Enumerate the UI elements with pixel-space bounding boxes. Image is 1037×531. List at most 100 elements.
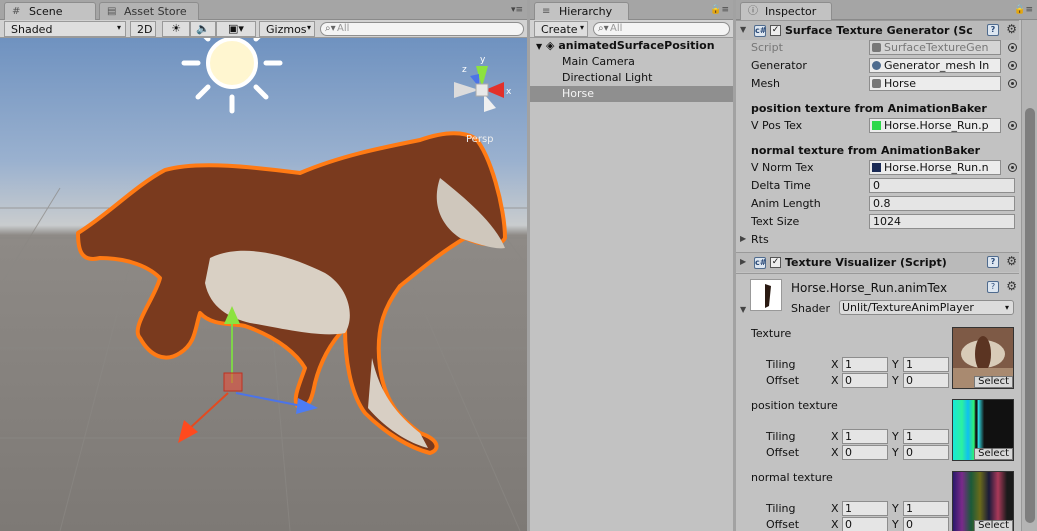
text-size-input[interactable]: 1024 [869, 214, 1015, 229]
delta-time-label: Delta Time [751, 179, 811, 192]
script-asset-icon [872, 43, 881, 52]
hierarchy-item-label: Main Camera [562, 55, 635, 68]
shader-dropdown[interactable]: Unlit/TextureAnimPlayer ▾ [839, 300, 1014, 315]
tab-scene[interactable]: # Scene [4, 2, 96, 21]
delta-time-input[interactable]: 0 [869, 178, 1015, 193]
scene-viewport[interactable]: y x z Persp [0, 38, 527, 531]
lock-icon[interactable]: 🔒≡ [710, 5, 729, 15]
texture-slot-thumbnail[interactable]: Select [952, 327, 1014, 389]
vnorm-field[interactable]: Horse.Horse_Run.n [869, 160, 1001, 175]
fold-open-icon[interactable]: ▼ [740, 305, 746, 314]
hierarchy-search-input[interactable]: ⌕▾ All [593, 22, 730, 36]
script-label: Script [751, 41, 783, 54]
material-preview-thumbnail[interactable] [750, 279, 782, 311]
rts-row[interactable]: ▶ Rts [736, 231, 1019, 249]
sun-icon: ☀ [171, 22, 181, 35]
vpos-field-value: Horse.Horse_Run.p [884, 119, 989, 132]
tiling-y-label: Y [892, 358, 899, 371]
texture-visualizer-header[interactable]: ▶ c# ✓ Texture Visualizer (Script) ? ⚙ [736, 252, 1019, 272]
tiling-x-label: X [831, 430, 839, 443]
horse-model[interactable] [76, 131, 507, 455]
offset-x-input[interactable]: 0 [842, 517, 888, 531]
vnorm-field-value: Horse.Horse_Run.n [884, 161, 989, 174]
gizmo-center-cube[interactable] [475, 83, 489, 97]
hierarchy-item-directional-light[interactable]: Directional Light [530, 70, 733, 86]
gear-icon[interactable]: ⚙ [1006, 254, 1017, 268]
inspector-scrollbar[interactable] [1021, 20, 1037, 531]
anim-length-label: Anim Length [751, 197, 821, 210]
toggle-2d-button[interactable]: 2D [130, 21, 156, 37]
panel-menu-icon[interactable]: ▾≡ [511, 5, 523, 15]
material-name: Horse.Horse_Run.animTex [791, 281, 948, 295]
unity-scene-icon: ◈ [546, 39, 555, 52]
texture-property: Texture Tiling X 1 Y 1 Offset X 0 Y 0 Se… [736, 323, 1019, 393]
scene-root-label: animatedSurfacePosition [558, 39, 715, 52]
scene-orientation-gizmo[interactable]: y x z [454, 55, 512, 112]
component-enabled-checkbox[interactable]: ✓ [770, 25, 781, 36]
plane-handle[interactable] [223, 372, 243, 392]
component-enabled-checkbox[interactable]: ✓ [770, 257, 781, 268]
fold-closed-icon: ▶ [740, 257, 747, 266]
lock-icon[interactable]: 🔒≡ [1014, 5, 1033, 15]
hierarchy-item-horse[interactable]: Horse [530, 86, 733, 102]
object-picker-icon[interactable] [1008, 61, 1017, 70]
help-book-icon[interactable]: ? [987, 24, 999, 36]
surface-texture-generator-header[interactable]: ▼ c# ✓ Surface Texture Generator (Sc ? ⚙ [736, 20, 1019, 40]
object-picker-icon[interactable] [1008, 79, 1017, 88]
hierarchy-panel: ≡ Hierarchy 🔒≡ Create ▾ ⌕▾ All ▼ ◈ anima… [530, 0, 733, 531]
offset-x-input[interactable]: 0 [842, 373, 888, 388]
audio-toggle[interactable]: 🔈 [190, 21, 216, 37]
fold-open-icon: ▼ [536, 42, 543, 51]
help-book-icon[interactable]: ? [987, 281, 999, 293]
help-book-icon[interactable]: ? [987, 256, 999, 268]
store-icon: ▤ [107, 6, 117, 17]
scene-search-input[interactable]: ⌕▾ All [320, 22, 524, 36]
offset-y-input[interactable]: 0 [903, 445, 949, 460]
gear-icon[interactable]: ⚙ [1006, 279, 1017, 293]
object-picker-icon[interactable] [1008, 121, 1017, 130]
select-texture-button[interactable]: Select [974, 376, 1013, 388]
offset-y-input[interactable]: 0 [903, 373, 949, 388]
hierarchy-item-main-camera[interactable]: Main Camera [530, 54, 733, 70]
gizmos-dropdown[interactable]: Gizmos ▾ [259, 21, 315, 37]
select-texture-button[interactable]: Select [974, 448, 1013, 460]
anim-length-input[interactable]: 0.8 [869, 196, 1015, 211]
scrollbar-thumb[interactable] [1025, 108, 1035, 523]
vpos-field[interactable]: Horse.Horse_Run.p [869, 118, 1001, 133]
gizmo-neg-z-cone[interactable] [484, 94, 496, 112]
offset-x-input[interactable]: 0 [842, 445, 888, 460]
tiling-y-input[interactable]: 1 [903, 501, 949, 516]
select-texture-button[interactable]: Select [974, 520, 1013, 531]
directional-light-icon[interactable] [181, 38, 283, 114]
texture-slot-thumbnail[interactable]: Select [952, 471, 1014, 531]
lighting-toggle[interactable]: ☀ [162, 21, 190, 37]
tab-inspector[interactable]: ⓘ Inspector [740, 2, 832, 21]
projection-label[interactable]: Persp [466, 134, 494, 145]
tiling-y-label: Y [892, 502, 899, 515]
texture-slot-thumbnail[interactable]: Select [952, 399, 1014, 461]
create-dropdown[interactable]: Create ▾ [534, 21, 588, 37]
tiling-y-input[interactable]: 1 [903, 357, 949, 372]
scene-root-item[interactable]: ▼ ◈ animatedSurfacePosition [530, 38, 733, 54]
scene-tabbar: # Scene ▤ Asset Store ▾≡ [0, 0, 527, 21]
gizmo-neg-x-cone[interactable] [454, 82, 479, 98]
object-picker-icon[interactable] [1008, 163, 1017, 172]
gear-icon[interactable]: ⚙ [1006, 22, 1017, 36]
tab-asset-store[interactable]: ▤ Asset Store [99, 2, 199, 20]
tiling-x-input[interactable]: 1 [842, 357, 888, 372]
offset-y-input[interactable]: 0 [903, 517, 949, 531]
create-label: Create [541, 23, 578, 36]
texture-property: normal texture Tiling X 1 Y 1 Offset X 0… [736, 467, 1019, 531]
material-header: Horse.Horse_Run.animTex ? ⚙ Shader ▼ Unl… [736, 273, 1019, 319]
effects-dropdown[interactable]: ▣▾ [216, 21, 256, 37]
mesh-field[interactable]: Horse [869, 76, 1001, 91]
tiling-x-input[interactable]: 1 [842, 429, 888, 444]
tab-hierarchy[interactable]: ≡ Hierarchy [534, 2, 629, 21]
tiling-x-input[interactable]: 1 [842, 501, 888, 516]
generator-field[interactable]: Generator_mesh In [869, 58, 1001, 73]
shading-mode-dropdown[interactable]: Shaded ▾ [4, 21, 126, 37]
script-icon: c# [754, 25, 767, 37]
tiling-y-input[interactable]: 1 [903, 429, 949, 444]
script-row: Script SurfaceTextureGen [736, 39, 1019, 57]
info-icon: ⓘ [748, 6, 758, 17]
